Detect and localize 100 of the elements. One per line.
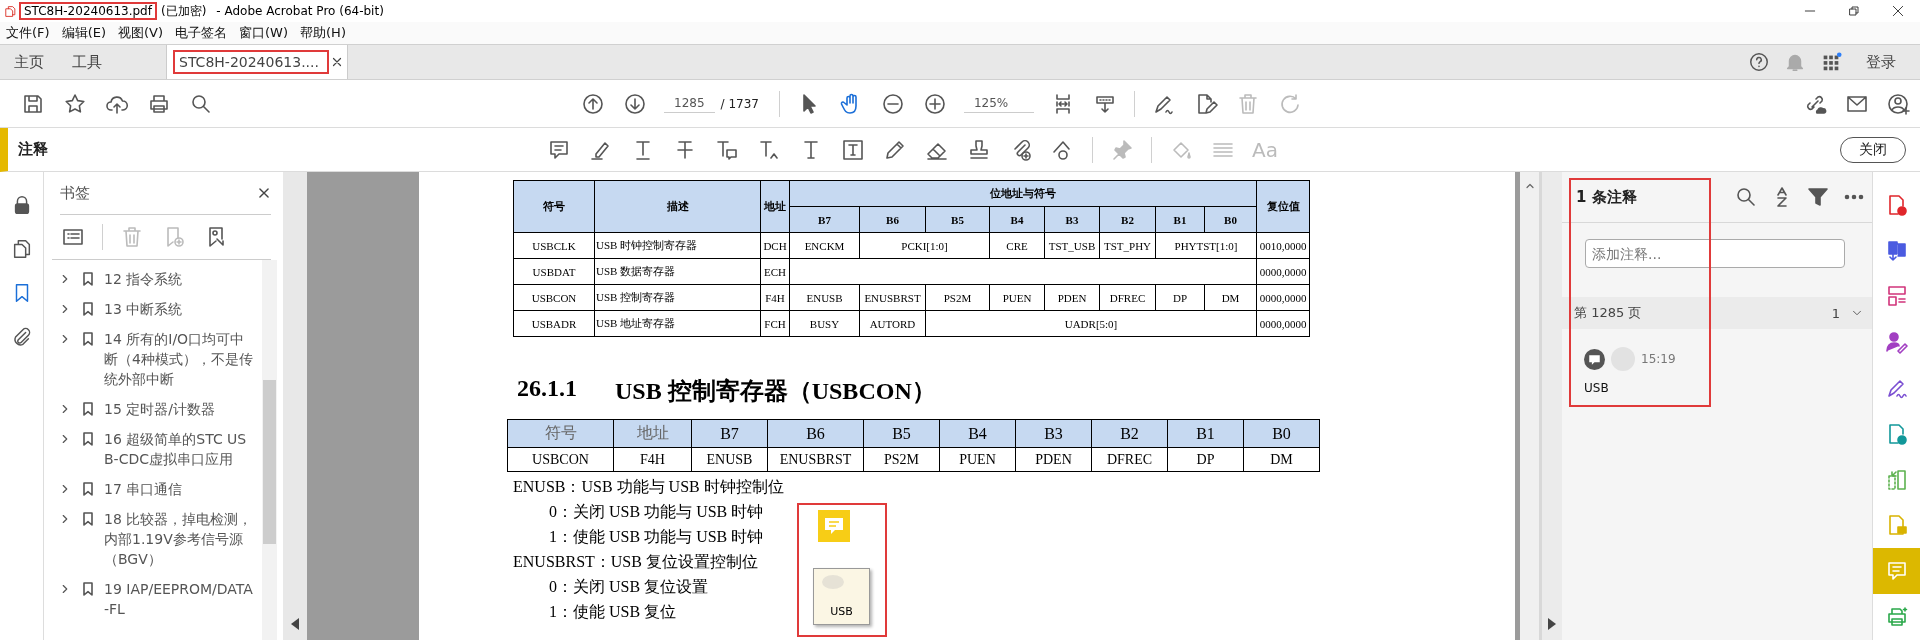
section-heading: USB 控制寄存器（USBCON） bbox=[615, 377, 936, 406]
table-cell: PS2M bbox=[925, 284, 990, 311]
menu-item[interactable]: 帮助(H) bbox=[300, 24, 346, 42]
note-popup[interactable]: USB bbox=[813, 568, 870, 625]
page-group-header[interactable]: 第 1285 页 1 bbox=[1562, 297, 1872, 329]
tab[interactable]: 工具 bbox=[58, 45, 116, 79]
people-sign-icon[interactable] bbox=[1884, 330, 1909, 355]
table-cell: DP bbox=[1155, 284, 1205, 311]
menu-item[interactable]: 编辑(E) bbox=[61, 24, 106, 42]
document-tab-label: STC8H-20240613.... bbox=[178, 53, 320, 72]
column-header: B6 bbox=[767, 419, 864, 448]
bookmark-item[interactable]: 15 定时器/计数器 bbox=[104, 399, 254, 419]
table-cell: 0000,0000 bbox=[1256, 258, 1310, 285]
table-cell: PCKI[1:0] bbox=[859, 232, 990, 259]
table-cell: ECH bbox=[760, 258, 790, 285]
menu-item[interactable]: 电子签名 bbox=[175, 24, 228, 42]
bookmark-item[interactable]: 16 超级简单的STC USB-CDC虚拟串口应用 bbox=[104, 429, 254, 469]
bookmark-item[interactable]: 12 指令系统 bbox=[104, 269, 254, 289]
column-header: 地址 bbox=[613, 419, 692, 448]
table-cell: DM bbox=[1204, 284, 1257, 311]
add-comment-field[interactable]: 添加注释... bbox=[1585, 239, 1845, 268]
previous-page-icon[interactable] bbox=[581, 91, 605, 116]
column-header: 复位值 bbox=[1256, 180, 1310, 233]
paragraph: ENUSBRST：USB 复位设置控制位 bbox=[513, 552, 758, 572]
zoom-out-icon[interactable] bbox=[880, 91, 905, 116]
paragraph: ENUSB：USB 功能与 USB 时钟控制位 bbox=[513, 477, 784, 497]
close-icon[interactable] bbox=[1890, 3, 1906, 19]
close-icon[interactable] bbox=[257, 186, 271, 200]
table-cell: 0000,0000 bbox=[1256, 310, 1310, 337]
expand-triangle-icon[interactable] bbox=[1548, 618, 1556, 630]
bookmark-icon bbox=[80, 480, 96, 498]
pdf-file-icon bbox=[4, 4, 17, 18]
table-cell: ENUSB bbox=[691, 447, 768, 472]
scrollbar[interactable] bbox=[262, 260, 277, 640]
bookmark-icon bbox=[80, 510, 96, 528]
collapse-triangle-icon[interactable] bbox=[291, 618, 299, 630]
encryption-label: (已加密) bbox=[160, 2, 207, 20]
scrollbar[interactable] bbox=[1520, 172, 1539, 640]
note-text: USB bbox=[830, 605, 853, 618]
sign-in-link[interactable]: 登录 bbox=[1866, 52, 1896, 72]
paragraph: 1：使能 USB 功能与 USB 时钟 bbox=[549, 527, 764, 547]
document-tab[interactable]: STC8H-20240613.... bbox=[166, 45, 348, 79]
comment-toolbar-title: 注释 bbox=[18, 140, 48, 159]
next-page-icon[interactable] bbox=[623, 91, 647, 116]
bookmark-item[interactable]: 17 串口通信 bbox=[104, 479, 254, 499]
table-cell: UADR[5:0] bbox=[925, 310, 1257, 337]
page-total: / 1737 bbox=[720, 96, 759, 111]
bookmark-item[interactable]: 14 所有的I/O口均可中断（4种模式），不是传统外部中断 bbox=[104, 329, 254, 389]
add-user-icon[interactable] bbox=[1887, 91, 1911, 116]
table-cell: USBCON bbox=[513, 284, 595, 311]
column-header: B7 bbox=[789, 206, 860, 233]
table-cell: PHYTST[1:0] bbox=[1155, 232, 1257, 259]
section-number: 26.1.1 bbox=[517, 375, 577, 403]
help-icon[interactable] bbox=[1748, 51, 1770, 73]
table-cell: USBCON bbox=[507, 447, 614, 472]
paragraph: 1：使能 USB 复位 bbox=[549, 602, 677, 622]
search-icon[interactable] bbox=[1734, 185, 1758, 209]
page-number-field[interactable]: 1285 bbox=[664, 94, 715, 113]
close-button[interactable]: 关闭 bbox=[1840, 136, 1906, 163]
text-box-icon[interactable] bbox=[841, 137, 865, 162]
table-cell: 0010,0000 bbox=[1256, 232, 1310, 259]
zoom-dropdown[interactable]: 125% bbox=[963, 94, 1035, 113]
restore-icon[interactable] bbox=[1846, 3, 1862, 19]
tab[interactable]: 主页 bbox=[0, 45, 58, 79]
table-cell: 0000,0000 bbox=[1256, 284, 1310, 311]
bookmark-icon bbox=[80, 300, 96, 318]
bookmark-item[interactable]: 19 IAP/EEPROM/DATA-FL bbox=[104, 579, 254, 619]
zoom-in-icon[interactable] bbox=[922, 91, 947, 116]
menu-item[interactable]: 视图(V) bbox=[118, 24, 164, 42]
table-cell: USBDAT bbox=[513, 258, 595, 285]
table-cell: TST_USB bbox=[1044, 232, 1100, 259]
column-header: 符号 bbox=[513, 180, 595, 233]
bookmark-icon bbox=[80, 580, 96, 598]
column-header: B1 bbox=[1167, 419, 1244, 448]
menu-item[interactable]: 文件(F) bbox=[6, 24, 50, 42]
column-header: 描述 bbox=[594, 180, 761, 233]
panel-title: 书签 bbox=[60, 183, 90, 203]
document-file-name: STC8H-20240613.pdf bbox=[23, 3, 154, 19]
close-icon[interactable] bbox=[330, 56, 343, 68]
stamp-icon[interactable] bbox=[967, 137, 991, 162]
table-cell: BUSY bbox=[789, 310, 860, 337]
table-cell: PDEN bbox=[1015, 447, 1092, 472]
comment-count: 1 bbox=[1831, 305, 1840, 321]
bookmark-item[interactable]: 13 中断系统 bbox=[104, 299, 254, 319]
table-cell: USB 控制寄存器 bbox=[594, 284, 761, 311]
table-cell: USB 数据寄存器 bbox=[594, 258, 761, 285]
paragraph: 0：关闭 USB 复位设置 bbox=[549, 577, 709, 597]
column-header: B6 bbox=[859, 206, 926, 233]
menu-item[interactable]: 窗口(W) bbox=[239, 24, 289, 42]
comment-icon bbox=[1584, 348, 1605, 370]
table-cell: AUTORD bbox=[859, 310, 926, 337]
table-cell: TST_PHY bbox=[1099, 232, 1156, 259]
column-header: 符号 bbox=[507, 419, 614, 448]
star-icon[interactable] bbox=[63, 91, 87, 116]
bookmark-item[interactable]: 18 比较器，掉电检测，内部1.19V参考信号源（BGV） bbox=[104, 509, 254, 569]
filter-icon[interactable] bbox=[1806, 185, 1830, 209]
table-cell: PUEN bbox=[939, 447, 1016, 472]
table-cell: DFREC bbox=[1099, 284, 1156, 311]
page-label: 第 1285 页 bbox=[1574, 304, 1642, 322]
bookmark-icon bbox=[80, 430, 96, 448]
